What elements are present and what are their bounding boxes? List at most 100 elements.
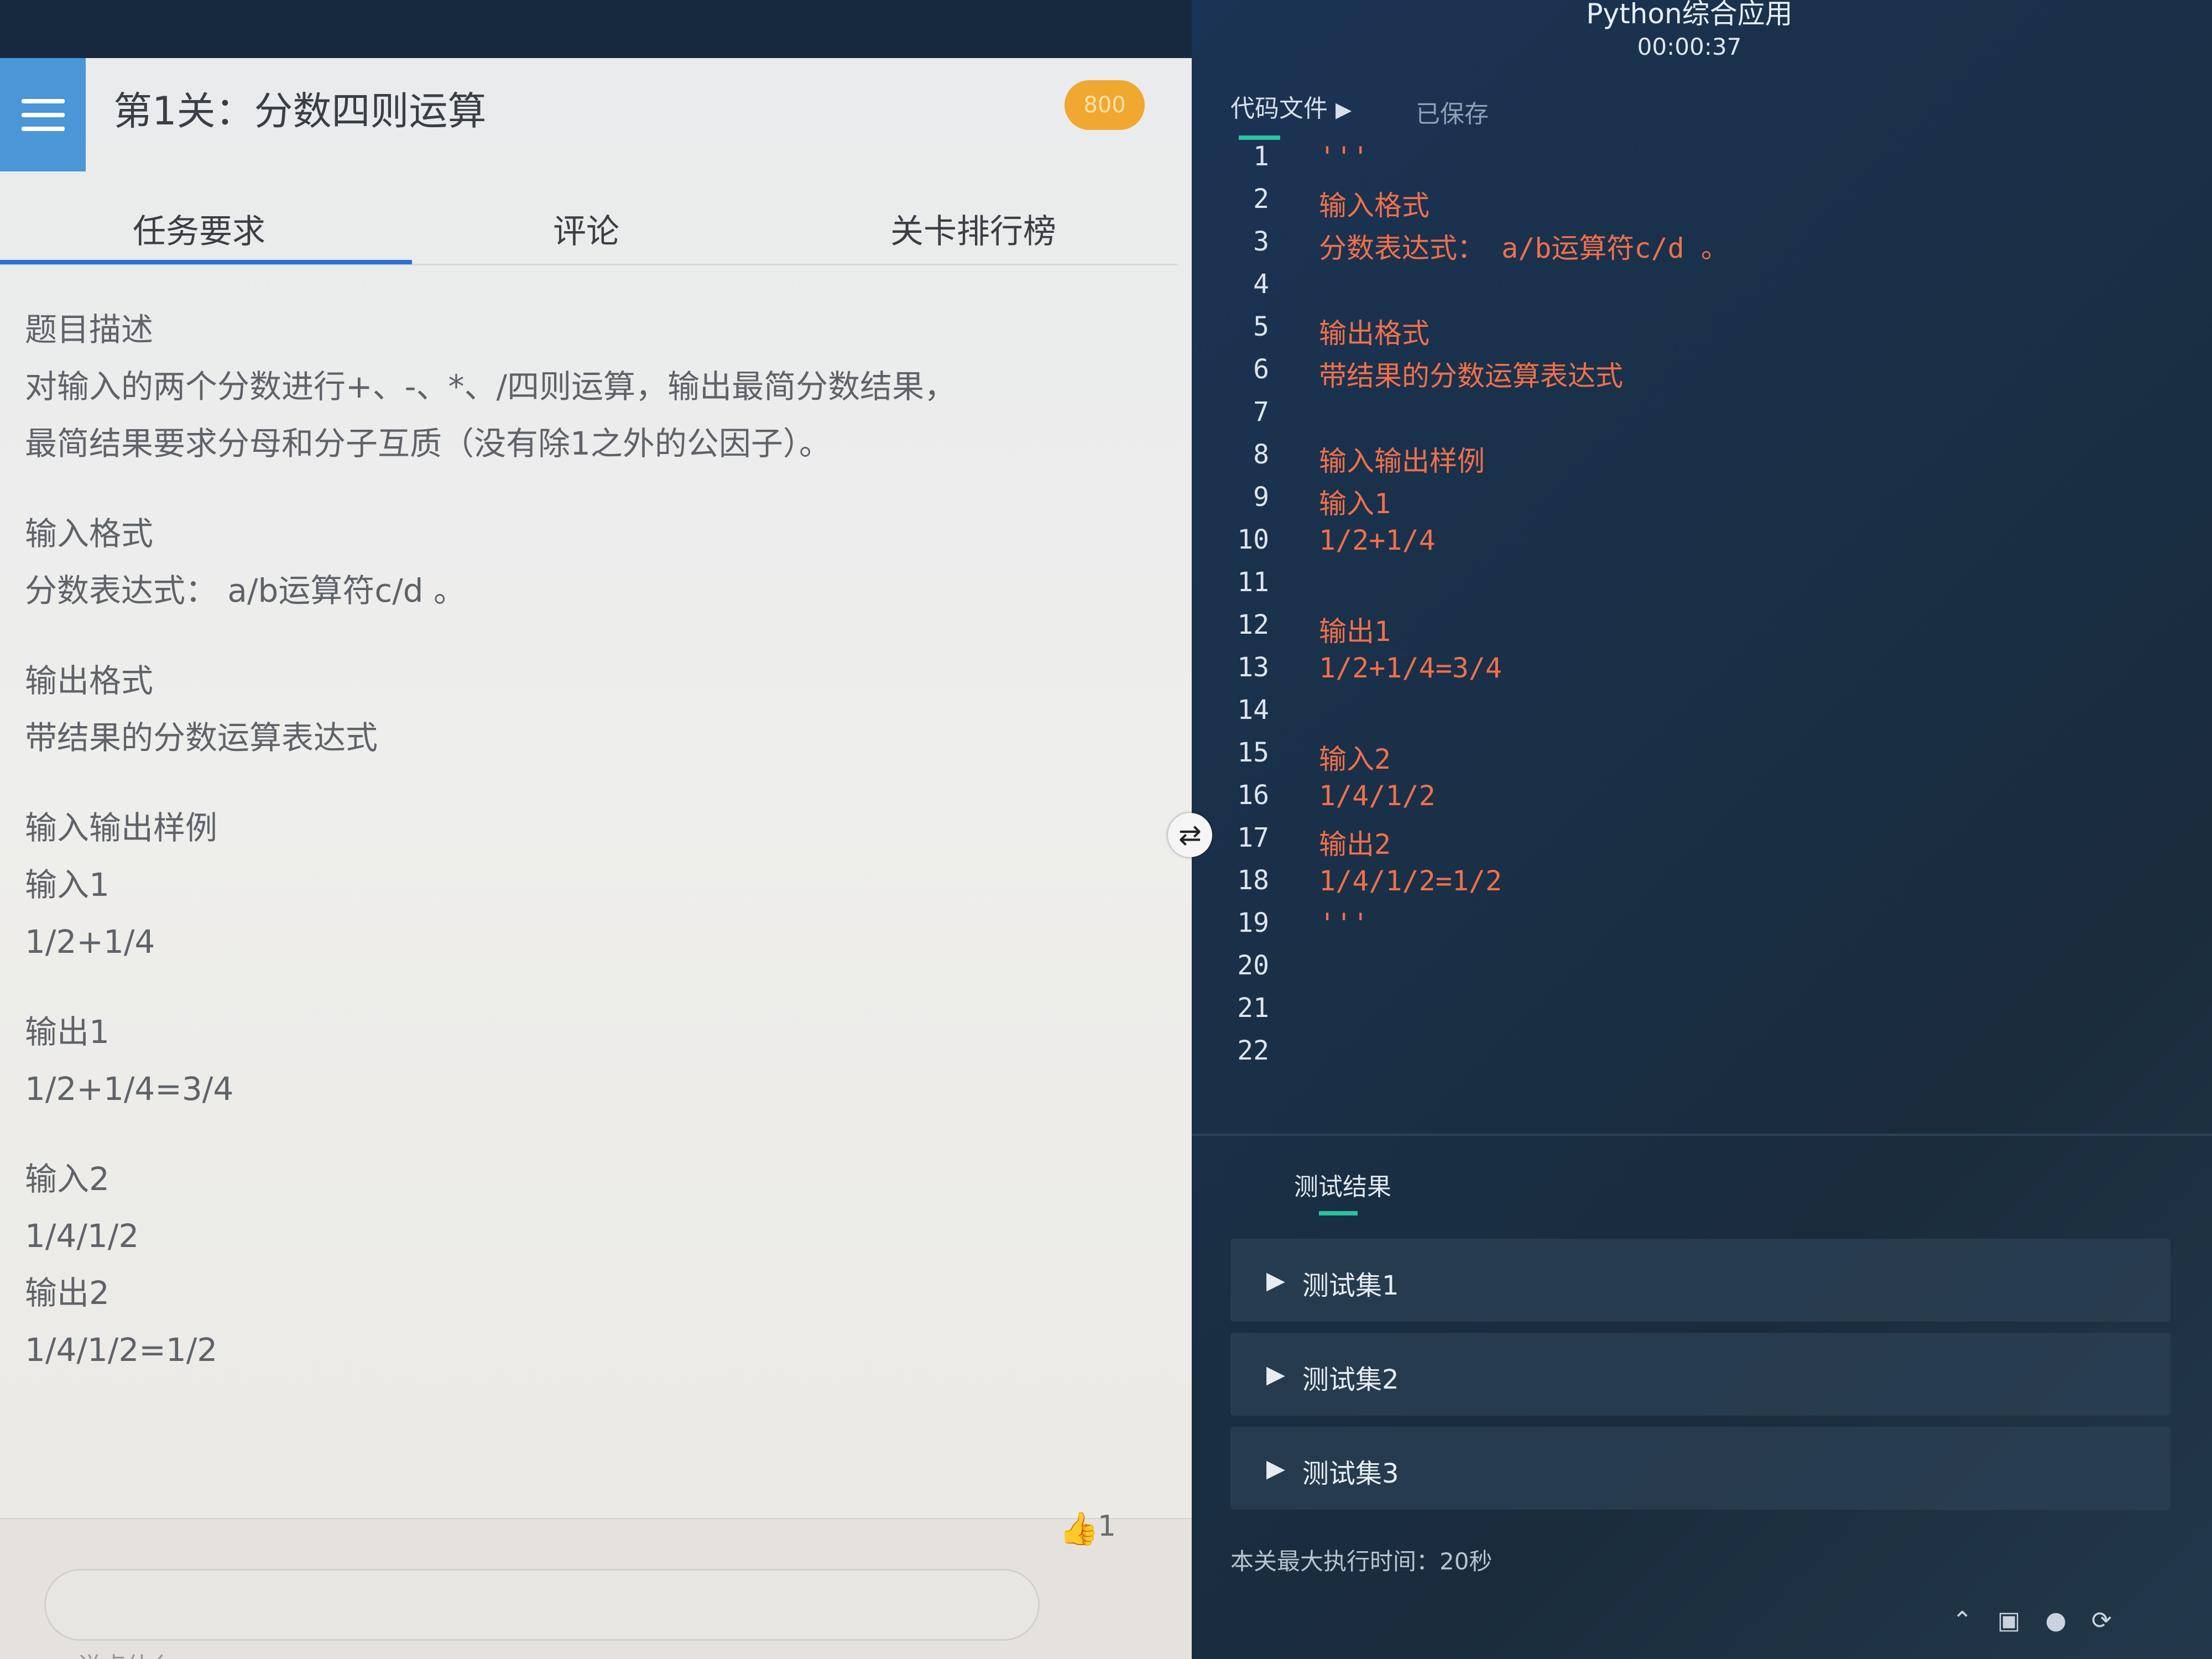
tab-task-requirements[interactable]: 任务要求 xyxy=(133,205,265,253)
code-file-tab[interactable]: 代码文件 ▶ xyxy=(1230,88,1352,124)
line-number: 22 xyxy=(1237,1035,1269,1066)
code-text: 输入格式 xyxy=(1319,190,1430,222)
line-number: 19 xyxy=(1237,907,1269,938)
test-set-3[interactable]: ▶ 测试集3 xyxy=(1230,1427,2171,1510)
test-set-2[interactable]: ▶ 测试集2 xyxy=(1230,1333,2171,1416)
line-number: 13 xyxy=(1237,652,1269,683)
code-line[interactable]: 19 ''' xyxy=(1192,907,2212,950)
app-tray-icon[interactable]: ● xyxy=(2045,1606,2066,1635)
code-line[interactable]: 9 输入1 xyxy=(1192,482,2212,524)
triangle-right-icon: ▶ xyxy=(1335,97,1352,122)
code-text: 输入输出样例 xyxy=(1319,445,1485,477)
saved-status: 已保存 xyxy=(1416,100,1489,128)
code-file-label: 代码文件 xyxy=(1230,95,1328,123)
screen: 第1关：分数四则运算 800 任务要求 评论 关卡排行榜 题目描述 对输入的两个… xyxy=(0,0,2212,1659)
sample-input-2-value: 1/4/1/2 xyxy=(25,1217,139,1255)
sample-input-2-label: 输入2 xyxy=(25,1160,109,1198)
code-text: 1/4/1/2=1/2 xyxy=(1319,865,1503,897)
test-set-1[interactable]: ▶ 测试集1 xyxy=(1230,1239,2171,1322)
task-tabs: 任务要求 评论 关卡排行榜 xyxy=(0,188,1178,265)
line-number: 21 xyxy=(1237,993,1269,1024)
code-line[interactable]: 17 输出2 xyxy=(1192,822,2212,865)
like-count: 1 xyxy=(1098,1510,1117,1543)
code-line[interactable]: 20 xyxy=(1192,950,2212,993)
score-badge: 800 xyxy=(1065,80,1145,130)
line-number: 1 xyxy=(1253,141,1269,172)
code-text: 输出1 xyxy=(1319,615,1391,648)
tab-leaderboard[interactable]: 关卡排行榜 xyxy=(890,205,1056,253)
menu-button[interactable] xyxy=(0,58,86,171)
code-line[interactable]: 15 输入2 xyxy=(1192,737,2212,780)
input-format-heading: 输入格式 xyxy=(25,515,154,552)
code-line[interactable]: 11 xyxy=(1192,567,2212,609)
triangle-right-icon: ▶ xyxy=(1266,1454,1285,1483)
line-number: 6 xyxy=(1253,354,1269,385)
line-number: 17 xyxy=(1237,822,1269,853)
line-number: 9 xyxy=(1253,482,1269,513)
test-set-label: 测试集2 xyxy=(1302,1364,1399,1395)
code-text: ''' xyxy=(1319,907,1369,940)
code-line[interactable]: 13 1/2+1/4=3/4 xyxy=(1192,652,2212,695)
code-line[interactable]: 5 输出格式 xyxy=(1192,311,2212,354)
timer: 00:00:37 xyxy=(1637,33,1742,60)
editor-panel: Python综合应用 00:00:37 代码文件 ▶ 已保存 1 ''' 2 输入格式… xyxy=(1192,0,2212,1659)
code-text: ''' xyxy=(1319,141,1369,173)
desc-line: 最简结果要求分母和分子互质（没有除1之外的公因子）。 xyxy=(25,425,831,462)
task-panel: 第1关：分数四则运算 800 任务要求 评论 关卡排行榜 题目描述 对输入的两个… xyxy=(0,58,1192,1659)
network-icon[interactable]: ▣ xyxy=(1997,1606,2021,1635)
code-line[interactable]: 14 xyxy=(1192,695,2212,737)
resize-arrows-icon[interactable]: ⇄ xyxy=(1168,813,1212,857)
code-line[interactable]: 18 1/4/1/2=1/2 xyxy=(1192,865,2212,907)
code-line[interactable]: 2 输入格式 xyxy=(1192,184,2212,226)
triangle-right-icon: ▶ xyxy=(1266,1360,1285,1389)
tab-test-results[interactable]: 测试结果 xyxy=(1294,1167,1391,1202)
max-exec-time: 本关最大执行时间：20秒 xyxy=(1230,1548,1493,1575)
active-tab-indicator xyxy=(0,260,412,264)
editor-results-divider[interactable] xyxy=(1192,1134,2212,1136)
output-format-text: 带结果的分数运算表达式 xyxy=(25,719,378,757)
line-number: 11 xyxy=(1237,567,1269,598)
line-number: 12 xyxy=(1237,609,1269,640)
line-number: 20 xyxy=(1237,950,1269,981)
code-line[interactable]: 8 输入输出样例 xyxy=(1192,439,2212,482)
sample-output-2-label: 输出2 xyxy=(25,1274,109,1312)
task-description: 题目描述 对输入的两个分数进行+、-、*、/四则运算，输出最简分数结果， 最简结… xyxy=(25,301,1159,1379)
code-line[interactable]: 6 带结果的分数运算表达式 xyxy=(1192,354,2212,397)
code-line[interactable]: 10 1/2+1/4 xyxy=(1192,524,2212,567)
code-line[interactable]: 22 xyxy=(1192,1035,2212,1078)
code-editor[interactable]: 1 ''' 2 输入格式 3 分数表达式： a/b运算符c/d 。 4 5 输出格式 6 带结果的分… xyxy=(1192,141,2212,1136)
code-text: 输出格式 xyxy=(1319,317,1430,349)
sample-heading: 输入输出样例 xyxy=(25,809,218,847)
file-tab-indicator xyxy=(1239,135,1280,140)
code-line[interactable]: 4 xyxy=(1192,269,2212,311)
tab-comments[interactable]: 评论 xyxy=(553,205,619,253)
code-text: 1/2+1/4=3/4 xyxy=(1319,652,1503,684)
sample-output-1-label: 输出1 xyxy=(25,1013,109,1051)
line-number: 14 xyxy=(1237,695,1269,726)
code-line[interactable]: 7 xyxy=(1192,397,2212,439)
desc-heading: 题目描述 xyxy=(25,311,154,348)
code-text: 1/2+1/4 xyxy=(1319,524,1436,556)
code-line[interactable]: 12 输出1 xyxy=(1192,609,2212,652)
code-line[interactable]: 16 1/4/1/2 xyxy=(1192,780,2212,822)
sync-icon[interactable]: ⟳ xyxy=(2091,1606,2112,1635)
code-line[interactable]: 3 分数表达式： a/b运算符c/d 。 xyxy=(1192,226,2212,269)
line-number: 7 xyxy=(1253,397,1269,427)
code-text: 输入2 xyxy=(1319,743,1391,775)
level-title: 第1关：分数四则运算 xyxy=(113,88,487,134)
line-number: 15 xyxy=(1237,737,1269,768)
comment-input[interactable] xyxy=(44,1569,1040,1641)
line-number: 4 xyxy=(1253,269,1269,300)
triangle-right-icon: ▶ xyxy=(1266,1266,1285,1295)
test-set-label: 测试集3 xyxy=(1302,1458,1399,1489)
line-number: 18 xyxy=(1237,865,1269,896)
task-header: 第1关：分数四则运算 800 xyxy=(0,58,1178,171)
app-title: Python综合应用 xyxy=(1586,0,1793,30)
thumbs-up-icon[interactable]: 👍 xyxy=(1059,1510,1099,1548)
code-text: 输入1 xyxy=(1319,488,1391,520)
code-line[interactable]: 1 ''' xyxy=(1192,141,2212,184)
results-tab-indicator xyxy=(1319,1211,1358,1215)
output-format-heading: 输出格式 xyxy=(25,662,154,700)
code-line[interactable]: 21 xyxy=(1192,993,2212,1035)
chevron-up-icon[interactable]: ⌃ xyxy=(1952,1606,1973,1635)
